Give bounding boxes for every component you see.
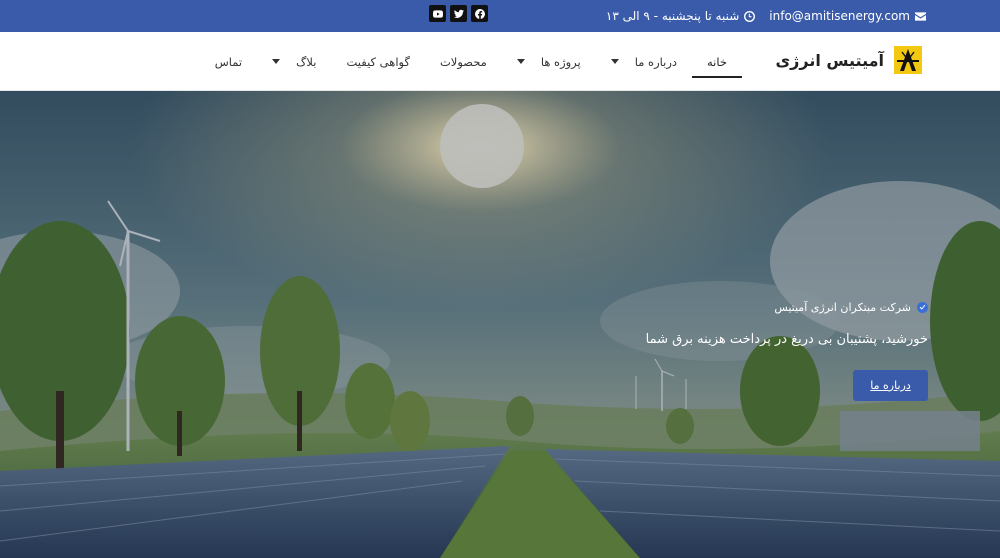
nav-item-label: محصولات	[439, 54, 487, 69]
nav-item-about[interactable]: درباره ما	[596, 32, 692, 91]
nav-item-label: پروژه ها	[540, 54, 581, 69]
social-links	[429, 5, 488, 22]
twitter-icon	[453, 9, 464, 18]
hero-content: شرکت مبتکران انرژی آمیتیس خورشید، پشتیبا…	[568, 301, 928, 401]
nav-item-contact[interactable]: تماس	[200, 32, 257, 91]
nav-item-label: تماس	[214, 54, 243, 69]
nav-item-home[interactable]: خانه	[692, 32, 742, 91]
main-nav: خانه درباره ما پروژه ها محصولات گواهی کی…	[200, 32, 742, 91]
top-bar: info@amitisenergy.com شنبه تا پنجشنبه - …	[0, 0, 1000, 32]
nav-item-label: گواهی کیفیت	[346, 54, 410, 69]
logo-icon	[894, 46, 922, 74]
nav-item-products[interactable]: محصولات	[425, 32, 502, 91]
youtube-icon	[432, 9, 443, 18]
hours-text: شنبه تا پنجشنبه - ۹ الی ۱۳	[605, 9, 740, 23]
caret-down-icon	[272, 59, 281, 64]
hero-section: شرکت مبتکران انرژی آمیتیس خورشید، پشتیبا…	[0, 91, 1000, 558]
caret-down-icon	[610, 59, 619, 64]
check-circle-icon	[917, 302, 928, 313]
twitter-button[interactable]	[450, 5, 467, 22]
caret-down-icon	[516, 59, 525, 64]
nav-item-certificates[interactable]: گواهی کیفیت	[331, 32, 424, 91]
brand-name: آمیتیس انرژی	[775, 50, 885, 70]
hero-tagline: خورشید، پشتیبان بی دریغ در پرداخت هزینه …	[645, 332, 928, 347]
nav-item-label: خانه	[707, 54, 727, 69]
brand[interactable]: آمیتیس انرژی	[775, 46, 922, 74]
facebook-icon	[474, 8, 485, 19]
nav-item-projects[interactable]: پروژه ها	[502, 32, 596, 91]
youtube-button[interactable]	[429, 5, 446, 22]
clock-icon	[744, 10, 756, 22]
facebook-button[interactable]	[471, 5, 488, 22]
about-us-button[interactable]: درباره ما	[853, 370, 928, 401]
envelope-icon	[915, 11, 926, 21]
nav-item-blog[interactable]: بلاگ	[257, 32, 331, 91]
main-header: آمیتیس انرژی خانه درباره ما پروژه ها محص…	[0, 32, 1000, 91]
hero-kicker: شرکت مبتکران انرژی آمیتیس	[568, 301, 928, 314]
nav-item-label: درباره ما	[634, 54, 678, 69]
contact-info: info@amitisenergy.com شنبه تا پنجشنبه - …	[606, 0, 926, 32]
email-text: info@amitisenergy.com	[769, 9, 910, 23]
hero-kicker-text: شرکت مبتکران انرژی آمیتیس	[774, 301, 911, 314]
email-link[interactable]: info@amitisenergy.com	[769, 9, 926, 23]
nav-item-label: بلاگ	[296, 54, 317, 69]
working-hours: شنبه تا پنجشنبه - ۹ الی ۱۳	[605, 9, 756, 23]
